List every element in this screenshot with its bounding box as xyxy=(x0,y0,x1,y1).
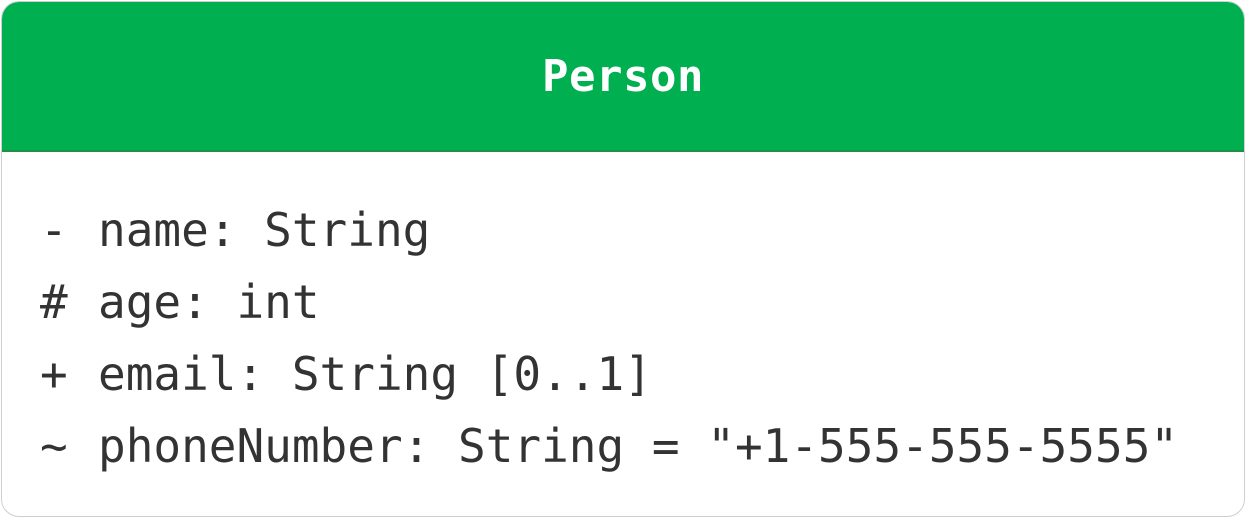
attribute-phone-number: ~ phoneNumber: String = "+1-555-555-5555… xyxy=(40,410,1244,482)
visibility-public: + xyxy=(40,347,68,401)
class-header: Person xyxy=(2,2,1244,152)
attribute-text: age: int xyxy=(98,275,320,329)
visibility-protected: # xyxy=(40,275,68,329)
attribute-text: name: String xyxy=(98,203,431,257)
attribute-text: email: String [0..1] xyxy=(98,347,652,401)
uml-class-box: Person - name: String # age: int + email… xyxy=(1,1,1245,517)
attribute-email: + email: String [0..1] xyxy=(40,338,1244,410)
class-name: Person xyxy=(542,50,704,102)
visibility-package: ~ xyxy=(40,419,68,473)
attribute-list: - name: String # age: int + email: Strin… xyxy=(2,152,1244,482)
visibility-private: - xyxy=(40,203,68,257)
attribute-text: phoneNumber: String = "+1-555-555-5555" xyxy=(98,419,1179,473)
attribute-age: # age: int xyxy=(40,266,1244,338)
attribute-name: - name: String xyxy=(40,194,1244,266)
